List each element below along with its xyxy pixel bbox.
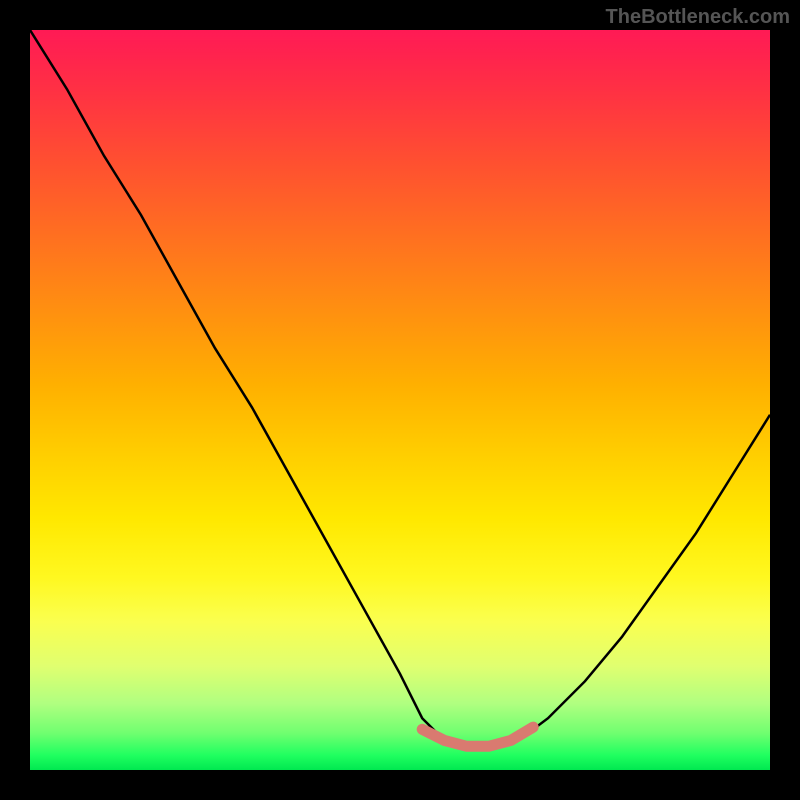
bottleneck-curve-line — [30, 30, 770, 748]
chart-container: TheBottleneck.com — [0, 0, 800, 800]
watermark-text: TheBottleneck.com — [606, 6, 790, 29]
curve-svg — [30, 30, 770, 770]
highlight-band-line — [422, 727, 533, 746]
plot-area — [30, 30, 770, 770]
